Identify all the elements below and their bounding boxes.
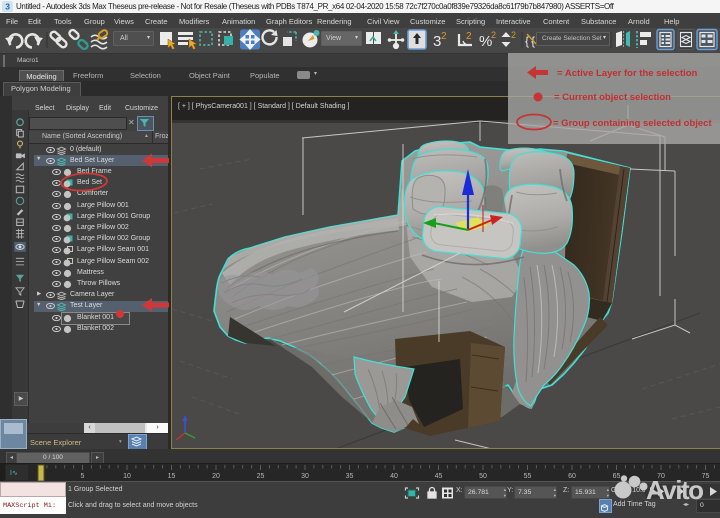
svg-text:40: 40 bbox=[390, 473, 398, 480]
svg-text:= Group containing selected ob: = Group containing selected object bbox=[553, 118, 712, 129]
svg-text:60: 60 bbox=[568, 473, 576, 480]
svg-text:2: 2 bbox=[466, 31, 472, 42]
svg-text:35: 35 bbox=[346, 473, 354, 480]
svg-text:5: 5 bbox=[81, 473, 85, 480]
svg-text:25: 25 bbox=[257, 473, 265, 480]
svg-text:55: 55 bbox=[524, 473, 532, 480]
svg-text:Avito: Avito bbox=[646, 475, 703, 505]
svg-text:10: 10 bbox=[123, 473, 131, 480]
svg-text:2: 2 bbox=[511, 30, 516, 40]
svg-text:[ + ] [ PhysCamera001 ] [ Stan: [ + ] [ PhysCamera001 ] [ Standard ] [ D… bbox=[178, 103, 349, 110]
svg-text:2: 2 bbox=[491, 30, 496, 40]
svg-text:3: 3 bbox=[5, 2, 10, 12]
svg-text:20: 20 bbox=[212, 473, 220, 480]
svg-text:= Active Layer for the selecti: = Active Layer for the selection bbox=[557, 68, 698, 79]
svg-text:15: 15 bbox=[168, 473, 176, 480]
svg-text:30: 30 bbox=[301, 473, 309, 480]
svg-text:50: 50 bbox=[479, 473, 487, 480]
svg-text:= Current object selection: = Current object selection bbox=[554, 92, 671, 103]
svg-text:45: 45 bbox=[435, 473, 443, 480]
svg-text:2: 2 bbox=[441, 31, 447, 42]
svg-text:I∿: I∿ bbox=[10, 470, 18, 477]
